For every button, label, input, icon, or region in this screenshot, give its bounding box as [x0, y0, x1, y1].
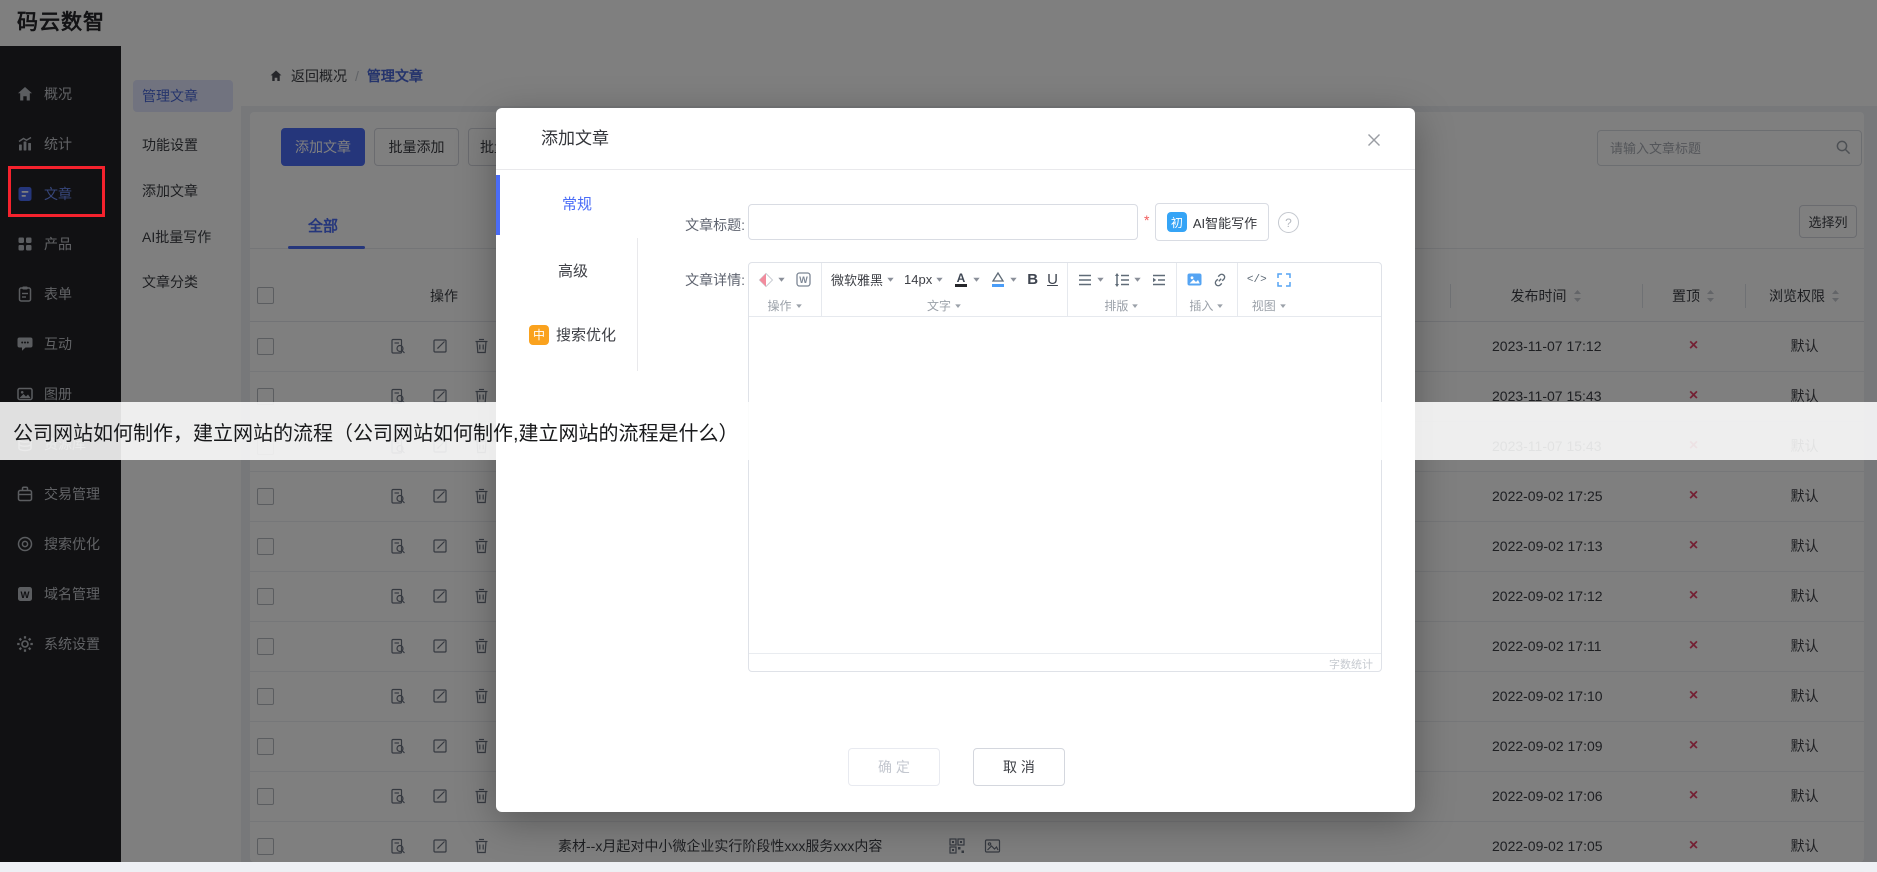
editor-group-view: </> 视图 — [1238, 263, 1301, 316]
dropdown-caret-icon — [1133, 275, 1142, 284]
article-title-input[interactable] — [748, 204, 1138, 240]
editor-status-bar: 字数统计 — [749, 653, 1381, 673]
modal-tab-advanced[interactable]: 高级 — [558, 260, 588, 281]
modal-title: 添加文章 — [541, 108, 609, 170]
close-icon[interactable] — [1366, 132, 1382, 148]
editor-group-ops: W 操作 — [749, 263, 822, 316]
confirm-button[interactable]: 确 定 — [848, 748, 940, 786]
editor-toolbar: W 操作 微软雅黑 14px — [749, 263, 1381, 317]
floating-title-banner: 公司网站如何制作，建立网站的流程（公司网站如何制作,建立网站的流程是什么） — [0, 402, 1877, 460]
font-family-select[interactable]: 微软雅黑 — [831, 270, 895, 289]
font-size-select[interactable]: 14px — [904, 272, 944, 287]
highlight-color-button[interactable] — [990, 271, 1018, 288]
modal-header: 添加文章 — [496, 108, 1415, 170]
word-import-button[interactable]: W — [795, 271, 812, 288]
code-view-button[interactable]: </> — [1247, 274, 1267, 286]
editor-group-layout: 排版 — [1068, 263, 1177, 316]
indent-button[interactable] — [1151, 272, 1167, 288]
cancel-button[interactable]: 取 消 — [973, 748, 1065, 786]
tab-rail-divider — [637, 238, 638, 371]
required-mark: * — [1144, 212, 1149, 228]
add-article-modal: 添加文章 常规 高级 中 搜索优化 文章标题: * 初 AI智能写作 ? 文章详… — [496, 108, 1415, 812]
ops-group-label[interactable]: 操作 — [758, 296, 812, 315]
dropdown-caret-icon — [972, 275, 981, 284]
layout-group-label[interactable]: 排版 — [1077, 296, 1167, 315]
dropdown-caret-icon — [1131, 302, 1139, 310]
fullscreen-button[interactable] — [1276, 272, 1292, 288]
text-group-label[interactable]: 文字 — [831, 296, 1058, 315]
dropdown-caret-icon — [795, 302, 803, 310]
dropdown-caret-icon — [954, 302, 962, 310]
help-icon[interactable]: ? — [1278, 212, 1299, 233]
dropdown-caret-icon — [777, 275, 786, 284]
svg-text:A: A — [957, 271, 966, 285]
dropdown-caret-icon — [1279, 302, 1287, 310]
dropdown-caret-icon — [886, 275, 895, 284]
underline-button[interactable]: U — [1047, 271, 1058, 288]
modal-tab-general[interactable]: 常规 — [562, 193, 592, 214]
bold-button[interactable]: B — [1027, 271, 1038, 288]
word-count-label[interactable]: 字数统计 — [1329, 656, 1373, 672]
insert-image-button[interactable] — [1186, 271, 1203, 288]
annotation-highlight-box — [8, 166, 105, 217]
ai-badge-icon: 初 — [1167, 212, 1187, 232]
line-height-button[interactable] — [1114, 272, 1142, 288]
eraser-button[interactable] — [758, 272, 786, 288]
insert-link-button[interactable] — [1212, 272, 1228, 288]
insert-group-label[interactable]: 插入 — [1186, 296, 1228, 315]
editor-group-text: 微软雅黑 14px A B — [822, 263, 1068, 316]
dropdown-caret-icon — [1096, 275, 1105, 284]
align-button[interactable] — [1077, 272, 1105, 288]
seo-badge-icon: 中 — [529, 325, 549, 345]
editor-content-area[interactable] — [749, 317, 1381, 653]
article-title-label: 文章标题: — [625, 215, 745, 235]
editor-group-insert: 插入 — [1177, 263, 1238, 316]
ai-writing-button[interactable]: 初 AI智能写作 — [1155, 203, 1269, 241]
active-tab-indicator — [496, 175, 500, 235]
banner-text: 公司网站如何制作，建立网站的流程（公司网站如何制作,建立网站的流程是什么） — [13, 417, 739, 446]
view-group-label[interactable]: 视图 — [1247, 296, 1292, 315]
modal-tab-seo[interactable]: 中 搜索优化 — [529, 324, 616, 345]
font-color-button[interactable]: A — [953, 271, 981, 288]
dropdown-caret-icon — [1216, 302, 1224, 310]
article-detail-label: 文章详情: — [625, 270, 745, 290]
svg-text:W: W — [799, 275, 808, 285]
rich-text-editor: W 操作 微软雅黑 14px — [748, 262, 1382, 672]
dropdown-caret-icon — [935, 275, 944, 284]
dropdown-caret-icon — [1009, 275, 1018, 284]
